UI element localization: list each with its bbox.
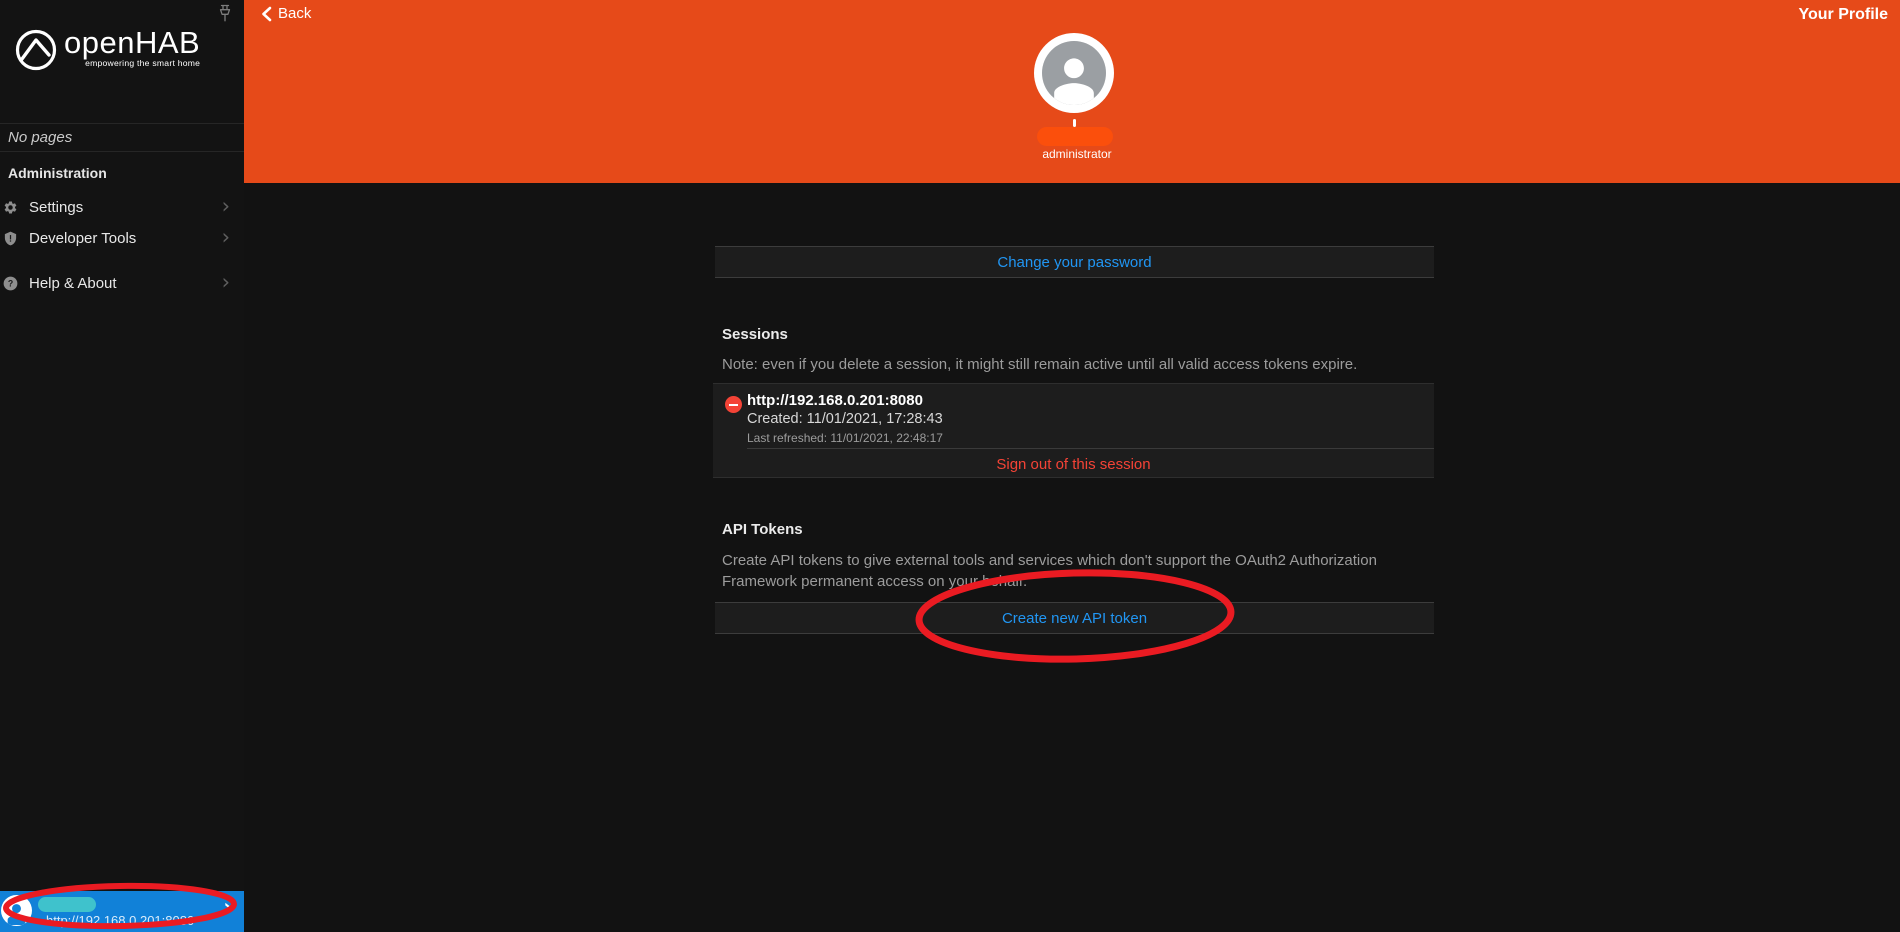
back-button[interactable]: Back [261,5,311,22]
sidebar-item-help-about[interactable]: ? Help & About › [0,268,244,299]
api-tokens-description: Create API tokens to give external tools… [722,550,1446,592]
back-chevron-icon [261,6,272,22]
api-tokens-heading: API Tokens [722,521,803,538]
username-label: administrator [984,147,1170,161]
pin-sidebar-icon[interactable] [217,4,233,24]
redaction-artifact [1073,119,1076,127]
remove-session-icon[interactable] [725,396,742,413]
sidebar-item-label: Help & About [29,275,117,292]
chevron-right-icon: › [222,194,230,218]
sessions-heading: Sessions [722,326,788,343]
logo-tagline: empowering the smart home [64,58,200,68]
back-label: Back [278,5,311,22]
redacted-username [1037,127,1113,146]
sidebar-item-label: Developer Tools [29,230,136,247]
question-icon: ? [3,276,18,291]
create-token-bar: Create new API token [715,602,1434,634]
openhab-logo-icon [14,28,58,72]
shield-icon [3,231,18,246]
sidebar-item-label: Settings [29,199,83,216]
logo-name: openHAB [64,28,200,58]
sidebar-item-settings[interactable]: Settings › [0,192,244,223]
signout-row: Sign out of this session [713,449,1434,479]
server-url-label: http://192.168.0.201:8080 [46,913,194,928]
sidebar: openHAB empowering the smart home No pag… [0,0,244,932]
openhab-app-window: openHAB empowering the smart home No pag… [0,0,1900,932]
session-created: Created: 11/01/2021, 17:28:43 [747,411,943,427]
sidebar-section-administration: Administration [8,165,107,181]
person-icon [1042,41,1106,105]
redacted-username [38,897,96,912]
session-item: http://192.168.0.201:8080 Created: 11/01… [713,383,1434,478]
signout-session-link[interactable]: Sign out of this session [996,456,1150,473]
change-password-bar: Change your password [715,246,1434,278]
no-pages-label: No pages [0,123,244,152]
change-password-link[interactable]: Change your password [997,254,1151,271]
profile-header: Back Your Profile administrator [244,0,1900,183]
footer-user-button[interactable]: http://192.168.0.201:8080 › [0,891,244,932]
gear-icon [3,200,18,215]
svg-text:?: ? [8,279,13,289]
chevron-right-icon: › [222,225,230,249]
chevron-right-icon: › [222,270,230,294]
create-api-token-link[interactable]: Create new API token [1002,610,1147,627]
person-icon [1,895,32,926]
page-title: Your Profile [1799,6,1889,24]
chevron-right-icon: › [223,895,232,919]
sessions-note: Note: even if you delete a session, it m… [722,356,1357,373]
openhab-logo: openHAB empowering the smart home [14,28,200,72]
sidebar-item-developer-tools[interactable]: Developer Tools › [0,223,244,254]
session-url: http://192.168.0.201:8080 [747,392,923,409]
session-last-refreshed: Last refreshed: 11/01/2021, 22:48:17 [747,431,943,445]
profile-avatar [1034,33,1114,113]
